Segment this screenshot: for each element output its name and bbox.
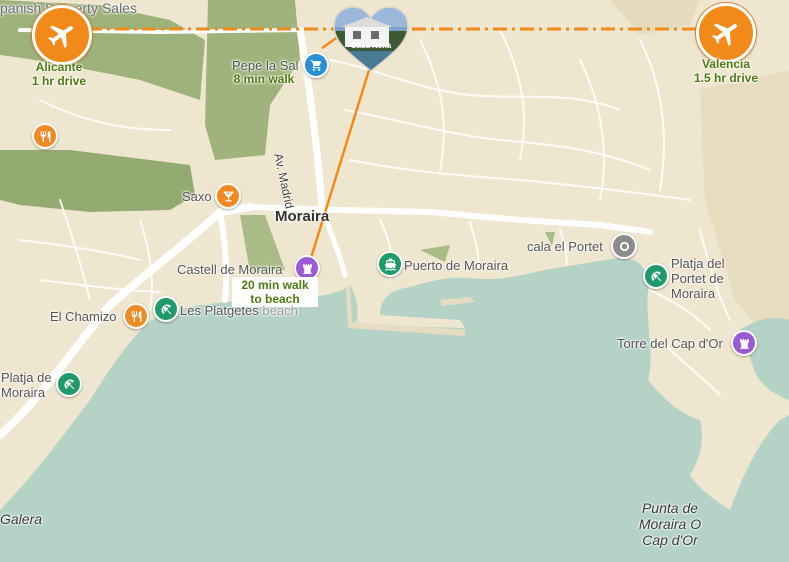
poi-marker-torre-cap[interactable] (731, 330, 757, 356)
shop-label: Pepe la Sal (232, 58, 299, 73)
map-canvas[interactable]: panish Property Sales Alicante 1 hr driv… (0, 0, 789, 562)
circle-marker-icon (619, 241, 629, 251)
valencia-airport-marker[interactable] (696, 3, 756, 63)
beach-umbrella-icon (161, 303, 171, 314)
poi-label-puerto: Puerto de Moraira (404, 258, 509, 273)
place-label-galera: Galera (0, 511, 43, 527)
cocktail-icon (223, 191, 233, 201)
poi-label-castell: Castell de Moraira (177, 262, 283, 277)
alicante-label: Alicante 1 hr drive (31, 60, 87, 88)
shopping-cart-icon (310, 59, 321, 71)
poi-label-torre-cap: Torre del Cap d'Or (617, 336, 723, 351)
property-heart-marker[interactable]: Casa Nella (331, 5, 411, 75)
poi-label-cala-portet: cala el Portet (527, 239, 603, 254)
restaurant-icon (40, 130, 50, 142)
castle-icon (302, 263, 312, 274)
beach-umbrella-icon (64, 378, 74, 389)
property-name: Casa Nella (350, 41, 392, 50)
town-label: Moraira (275, 208, 330, 225)
poi-label-platja-de-moraira: Platja de Moraira (1, 370, 52, 400)
castle-icon (739, 338, 749, 349)
heart-photo-marker (333, 6, 409, 72)
beach-umbrella-icon (651, 270, 661, 281)
restaurant-marker[interactable] (32, 123, 58, 149)
poi-marker-platja-de-moraira[interactable] (56, 371, 82, 397)
shop-walk-time: 8 min walk (233, 72, 295, 86)
poi-marker-platja-portet[interactable] (643, 263, 669, 289)
airplane-icon (712, 23, 737, 46)
poi-label-les-platgetes: Les Platgetes beach (180, 303, 298, 318)
alicante-airport-marker[interactable] (32, 5, 92, 65)
poi-marker-el-chamizo[interactable] (123, 303, 149, 329)
poi-marker-saxo[interactable] (215, 183, 241, 209)
place-label-punta: Punta de Moraira O Cap d'Or (638, 500, 702, 548)
poi-label-el-chamizo: El Chamizo (50, 309, 117, 324)
poi-marker-cala-portet[interactable] (611, 233, 637, 259)
poi-marker-puerto[interactable] (377, 251, 403, 277)
valencia-label: Valencia 1.5 hr drive (693, 57, 759, 85)
poi-label-platja-portet: Platja del Portet de Moraira (671, 256, 725, 301)
shop-marker[interactable] (303, 52, 329, 78)
boat-icon (384, 258, 396, 270)
poi-marker-les-platgetes[interactable] (153, 296, 179, 322)
poi-label-saxo: Saxo (182, 189, 212, 204)
airplane-icon (48, 25, 73, 48)
restaurant-icon (131, 310, 141, 322)
